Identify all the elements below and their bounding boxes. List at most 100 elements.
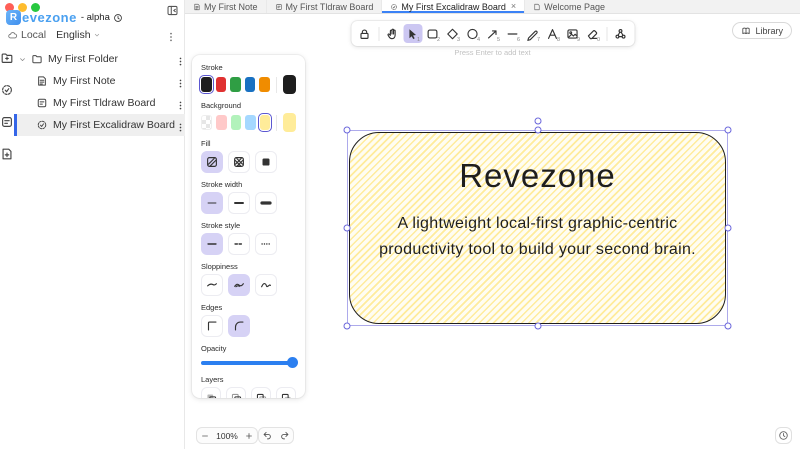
- stroke-color-orange[interactable]: [259, 77, 270, 92]
- version-label: - alpha: [80, 12, 110, 23]
- stroke-style-dotted-button[interactable]: [255, 233, 277, 255]
- tab-my-first-tldraw-board[interactable]: My First Tldraw Board: [267, 0, 383, 13]
- stroke-width-bold-button[interactable]: [228, 192, 250, 214]
- edges-round-button[interactable]: [228, 315, 250, 337]
- background-color-green[interactable]: [230, 115, 242, 130]
- sloppiness-architect-button[interactable]: [201, 274, 223, 296]
- opacity-thumb[interactable]: [287, 357, 298, 368]
- sloppiness-section: Sloppiness: [201, 262, 296, 296]
- line-tool-button[interactable]: 6: [503, 24, 522, 43]
- background-color-pink[interactable]: [216, 115, 227, 130]
- collapse-sidebar-button[interactable]: [165, 2, 179, 16]
- stroke-color-black[interactable]: [199, 75, 214, 94]
- send-to-back-button[interactable]: [201, 387, 221, 398]
- current-background-color[interactable]: [282, 113, 297, 132]
- background-color-transparent[interactable]: [201, 115, 213, 130]
- page-icon: [533, 3, 541, 11]
- resize-handle-ne[interactable]: [724, 126, 732, 134]
- sidebar-menu-button[interactable]: [165, 29, 177, 41]
- sidebar: R evezone - alpha Local English My First…: [0, 0, 191, 449]
- shape-title-text[interactable]: Revezone: [459, 157, 616, 195]
- zoom-in-button[interactable]: [241, 427, 257, 444]
- rotation-handle[interactable]: [534, 117, 541, 125]
- app-logo: R evezone - alpha: [6, 10, 123, 25]
- undo-button[interactable]: [259, 427, 276, 444]
- stroke-style-solid-button[interactable]: [201, 233, 223, 255]
- resize-handle-s[interactable]: [534, 322, 541, 330]
- background-color-blue[interactable]: [245, 115, 256, 130]
- tree-item-tldraw-board[interactable]: My First Tldraw Board: [14, 92, 191, 114]
- zoom-out-button[interactable]: [197, 427, 213, 444]
- edges-sharp-button[interactable]: [201, 315, 223, 337]
- close-tab-button[interactable]: ×: [509, 2, 516, 11]
- shape-body-text[interactable]: A lightweight local-first graphic-centri…: [379, 211, 696, 262]
- opacity-track: [201, 361, 296, 365]
- tab-my-first-excalidraw-board[interactable]: My First Excalidraw Board ×: [382, 0, 526, 13]
- eraser-tool-button[interactable]: 0: [583, 24, 602, 43]
- resize-handle-w[interactable]: [343, 224, 351, 232]
- send-backward-button[interactable]: [226, 387, 246, 398]
- tldraw-board-icon: [275, 3, 283, 11]
- fill-hachure-button[interactable]: [201, 151, 223, 173]
- tab-welcome-page[interactable]: Welcome Page: [525, 0, 613, 13]
- excalidraw-canvas[interactable]: 1 2 3 4 5 6 7 8 9 0 Press Enter to add t…: [185, 14, 800, 449]
- selected-shape[interactable]: Revezone A lightweight local-first graph…: [343, 117, 732, 330]
- background-color-yellow[interactable]: [257, 113, 273, 132]
- hand-tool-button[interactable]: [383, 24, 402, 43]
- tldraw-board-icon: [36, 97, 48, 109]
- opacity-slider[interactable]: [201, 357, 298, 368]
- tab-my-first-note[interactable]: My First Note: [185, 0, 267, 13]
- selection-tool-button[interactable]: 1: [403, 24, 422, 43]
- resize-handle-n[interactable]: [534, 126, 541, 134]
- diamond-tool-button[interactable]: 3: [443, 24, 462, 43]
- help-button[interactable]: [775, 427, 792, 444]
- tree-item-excalidraw-board[interactable]: My First Excalidraw Board: [14, 114, 191, 136]
- library-button[interactable]: Library: [732, 22, 792, 39]
- tree-item-label: My First Tldraw Board: [53, 97, 156, 109]
- sloppiness-artist-button[interactable]: [228, 274, 250, 296]
- extra-tools-button[interactable]: [611, 24, 630, 43]
- layers-section: Layers: [201, 375, 296, 398]
- stroke-color-red[interactable]: [215, 77, 227, 92]
- section-label: Fill: [201, 139, 211, 148]
- bring-forward-button[interactable]: [251, 387, 271, 398]
- redo-button[interactable]: [276, 427, 293, 444]
- resize-handle-e[interactable]: [724, 224, 732, 232]
- draw-tool-button[interactable]: 7: [523, 24, 542, 43]
- add-excalidraw-board-button[interactable]: [0, 82, 14, 96]
- section-label: Sloppiness: [201, 262, 238, 271]
- tree-item-label: My First Excalidraw Board: [53, 119, 175, 131]
- folder-expand-chevron-icon[interactable]: [18, 55, 27, 64]
- resize-handle-sw[interactable]: [343, 322, 351, 330]
- fill-crosshatch-button[interactable]: [228, 151, 250, 173]
- text-tool-button[interactable]: 8: [543, 24, 562, 43]
- current-stroke-color[interactable]: [282, 75, 296, 94]
- add-tldraw-board-button[interactable]: [0, 114, 14, 128]
- app-window: R evezone - alpha Local English My First…: [0, 0, 800, 449]
- zoom-controls: 100%: [196, 427, 258, 444]
- tree-folder-row[interactable]: My First Folder: [14, 48, 191, 70]
- bring-to-front-button[interactable]: [276, 387, 296, 398]
- resize-handle-se[interactable]: [724, 322, 732, 330]
- rounded-rectangle-shape[interactable]: Revezone A lightweight local-first graph…: [349, 132, 726, 324]
- stroke-width-extrabold-button[interactable]: [255, 192, 277, 214]
- add-note-button[interactable]: [0, 146, 14, 160]
- image-tool-button[interactable]: 9: [563, 24, 582, 43]
- ellipse-tool-button[interactable]: 4: [463, 24, 482, 43]
- arrow-tool-button[interactable]: 5: [483, 24, 502, 43]
- stroke-width-thin-button[interactable]: [201, 192, 223, 214]
- zoom-level[interactable]: 100%: [213, 431, 241, 441]
- fill-solid-button[interactable]: [255, 151, 277, 173]
- language-select[interactable]: English: [56, 29, 103, 41]
- stroke-style-dashed-button[interactable]: [228, 233, 250, 255]
- canvas-hint-text: Press Enter to add text: [454, 48, 531, 57]
- section-label: Stroke width: [201, 180, 243, 189]
- resize-handle-nw[interactable]: [343, 126, 351, 134]
- add-folder-button[interactable]: [0, 50, 14, 64]
- rectangle-tool-button[interactable]: 2: [423, 24, 442, 43]
- stroke-color-blue[interactable]: [244, 77, 256, 92]
- lock-tool-button[interactable]: [355, 24, 374, 43]
- stroke-color-green[interactable]: [230, 77, 241, 92]
- tree-item-note[interactable]: My First Note: [14, 70, 191, 92]
- sloppiness-cartoonist-button[interactable]: [255, 274, 277, 296]
